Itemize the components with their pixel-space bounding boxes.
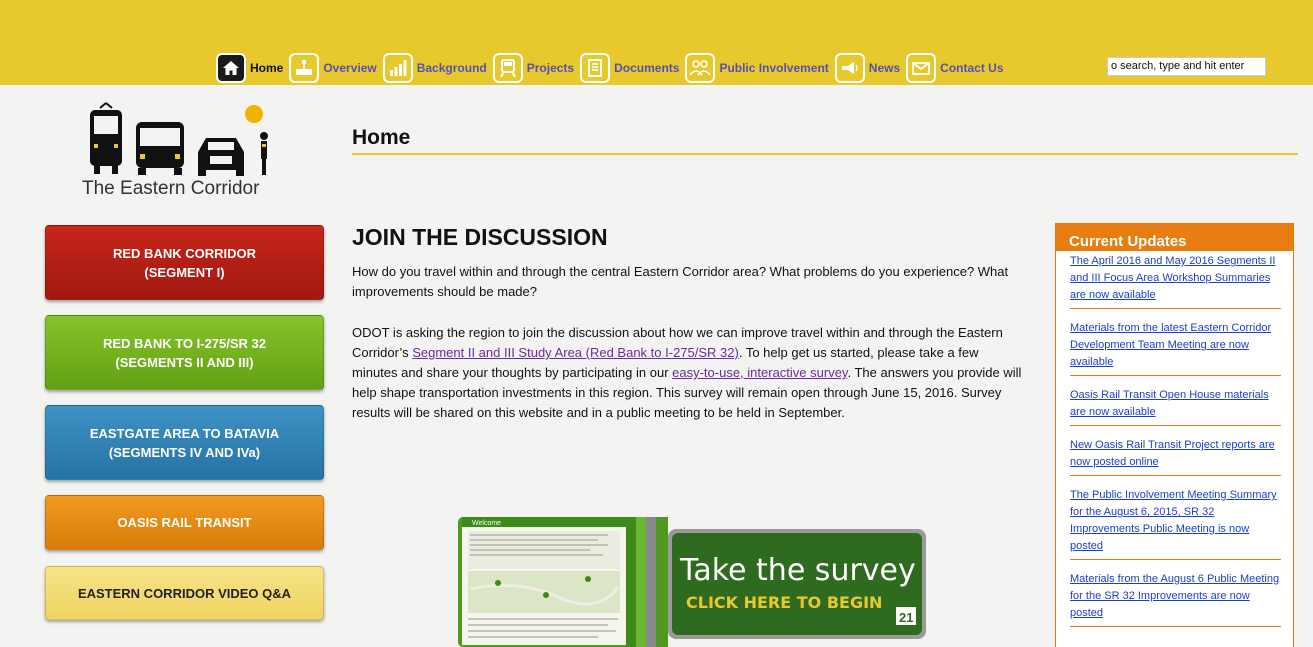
- button-line-2: (SEGMENT I): [144, 264, 225, 280]
- logo-text: The Eastern Corridor: [82, 178, 260, 199]
- envelope-icon: [906, 53, 937, 83]
- nav-news-label: News: [868, 61, 901, 75]
- bar-chart-icon: [382, 53, 413, 83]
- updates-title: Current Updates: [1056, 224, 1293, 251]
- nav-documents-label: Documents: [614, 61, 680, 75]
- home-icon: [216, 53, 246, 83]
- survey-paragraph: ODOT is asking the region to join the di…: [352, 323, 1024, 423]
- take-survey-banner[interactable]: Welcome Take the survey CLICK HERE TO BE…: [458, 517, 928, 647]
- people-icon: [685, 53, 716, 83]
- red-bank-to-i275-button[interactable]: RED BANK TO I-275/SR 32 (SEGMENTS II AND…: [45, 315, 324, 390]
- title-divider: [352, 153, 1298, 155]
- nav-overview[interactable]: Overview: [289, 53, 377, 83]
- nav-contact-us[interactable]: Contact Us: [906, 53, 1004, 83]
- nav-projects-label: Projects: [526, 61, 575, 75]
- study-area-link[interactable]: Segment II and III Study Area (Red Bank …: [412, 345, 739, 360]
- button-line-1: RED BANK TO I-275/SR 32: [102, 335, 267, 351]
- nav-projects[interactable]: Projects: [492, 53, 575, 83]
- survey-panel-label: Welcome: [472, 520, 501, 527]
- intro-paragraph: How do you travel within and through the…: [352, 264, 1009, 299]
- survey-cta: CLICK HERE TO BEGIN: [686, 593, 882, 612]
- eastgate-to-batavia-button[interactable]: EASTGATE AREA TO BATAVIA (SEGMENTS IV AN…: [45, 405, 324, 480]
- discussion-heading: JOIN THE DISCUSSION: [352, 224, 608, 250]
- update-item[interactable]: Oasis Rail Transit Open House materials …: [1070, 387, 1281, 426]
- nav-contact-us-label: Contact Us: [940, 61, 1004, 75]
- update-item[interactable]: The Public Involvement Meeting Summary f…: [1070, 487, 1281, 560]
- megaphone-icon: [834, 53, 865, 83]
- main-nav: Home Overview Background Projects Docume…: [216, 47, 1010, 83]
- survey-logo-mark: 21: [899, 610, 913, 625]
- button-line-1: OASIS RAIL TRANSIT: [117, 515, 252, 530]
- update-item[interactable]: The April 2016 and May 2016 Segments II …: [1070, 253, 1281, 309]
- search-input[interactable]: o search, type and hit enter: [1107, 57, 1266, 76]
- updates-list: The April 2016 and May 2016 Segments II …: [1056, 251, 1293, 627]
- overview-icon: [289, 53, 320, 83]
- oasis-rail-transit-button[interactable]: OASIS RAIL TRANSIT: [45, 495, 324, 550]
- nav-public-involvement-label: Public Involvement: [719, 61, 829, 75]
- update-item[interactable]: Materials from the August 6 Public Meeti…: [1070, 571, 1281, 627]
- nav-background[interactable]: Background: [382, 53, 487, 83]
- nav-overview-label: Overview: [323, 61, 377, 75]
- nav-news[interactable]: News: [834, 53, 901, 83]
- button-line-2: (SEGMENTS II AND III): [115, 354, 254, 370]
- nav-home[interactable]: Home: [216, 53, 283, 83]
- button-line-1: EASTGATE AREA TO BATAVIA: [89, 425, 280, 441]
- video-qa-button[interactable]: EASTERN CORRIDOR VIDEO Q&A: [45, 566, 324, 620]
- nav-background-label: Background: [416, 61, 487, 75]
- survey-title: Take the survey: [679, 553, 916, 588]
- button-line-2: (SEGMENTS IV AND IVa): [108, 444, 261, 460]
- red-bank-corridor-button[interactable]: RED BANK CORRIDOR (SEGMENT I): [45, 225, 324, 300]
- update-item[interactable]: New Oasis Rail Transit Project reports a…: [1070, 437, 1281, 476]
- document-icon: [580, 53, 611, 83]
- nav-documents[interactable]: Documents: [580, 53, 679, 83]
- nav-home-label: Home: [250, 61, 284, 75]
- button-line-1: EASTERN CORRIDOR VIDEO Q&A: [77, 585, 292, 601]
- page-title: Home: [352, 126, 411, 149]
- update-item[interactable]: Materials from the latest Eastern Corrid…: [1070, 320, 1281, 376]
- train-icon: [492, 53, 523, 83]
- survey-link[interactable]: easy-to-use, interactive survey: [672, 365, 847, 380]
- nav-public-involvement[interactable]: Public Involvement: [685, 53, 829, 83]
- button-line-1: RED BANK CORRIDOR: [113, 245, 256, 261]
- current-updates-panel: Current Updates The April 2016 and May 2…: [1055, 223, 1294, 647]
